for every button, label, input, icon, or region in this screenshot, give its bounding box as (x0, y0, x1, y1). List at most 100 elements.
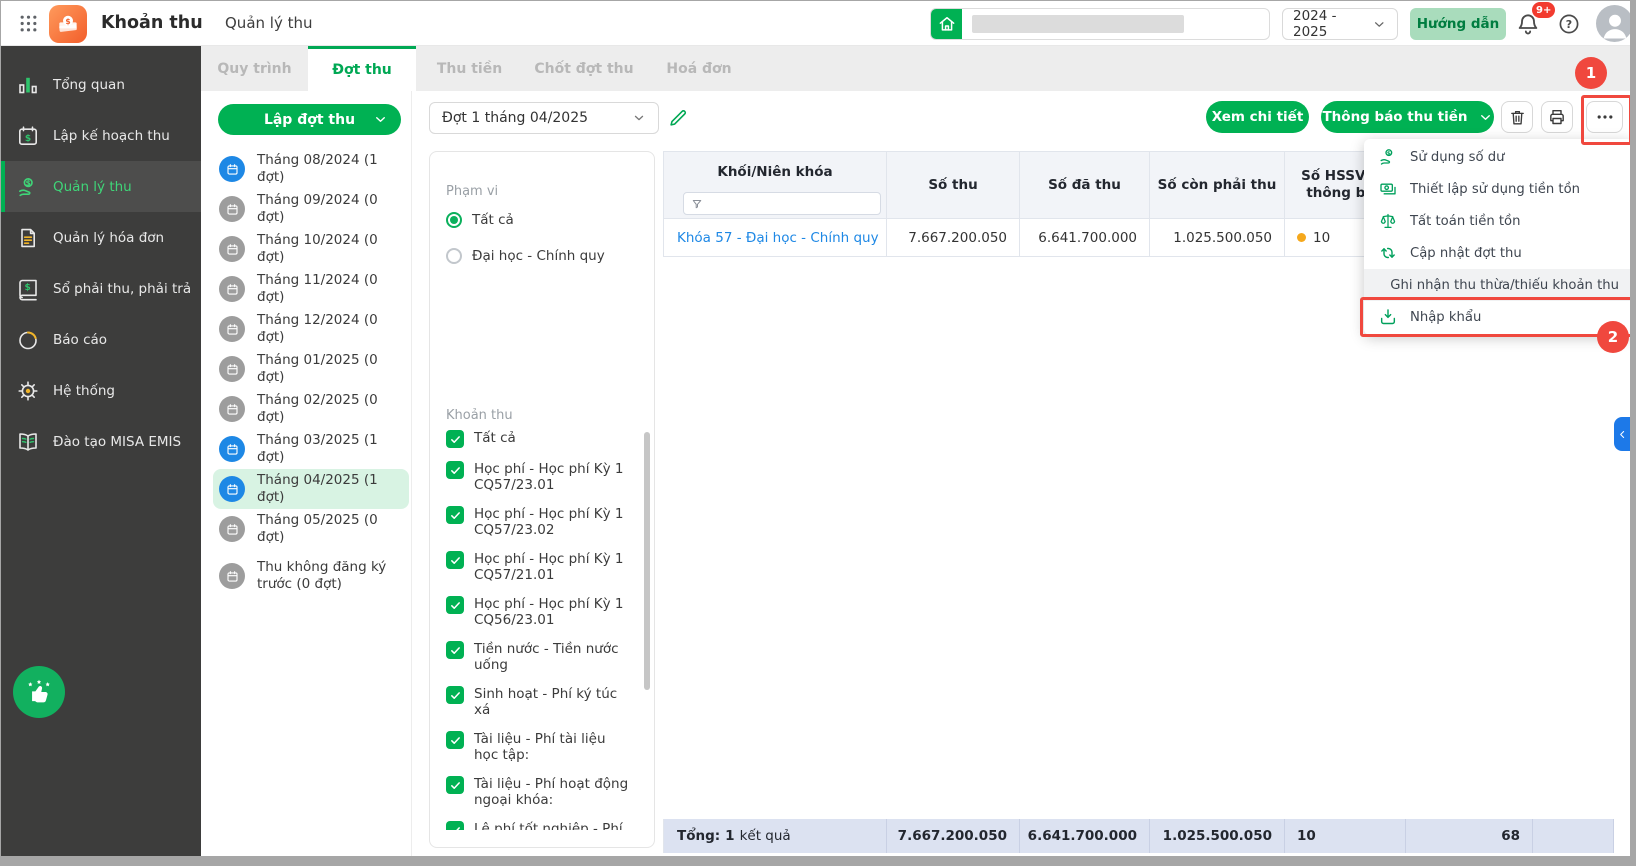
more-actions-button[interactable] (1586, 101, 1623, 133)
menu-item-cap-nhat-dot-thu[interactable]: Cập nhật đợt thu (1364, 237, 1630, 269)
view-detail-button[interactable]: Xem chi tiết (1206, 101, 1309, 133)
app-launcher-icon[interactable] (19, 14, 38, 33)
scope-label: Phạm vi (446, 184, 499, 199)
total-suffix: kết quả (739, 828, 791, 844)
checkbox-checked-icon (446, 461, 464, 479)
fee-checkbox[interactable]: Tài liệu - Phí tài liệu học tập: (446, 731, 634, 763)
month-item[interactable]: Thu không đăng ký trước (0 đợt) (213, 549, 409, 603)
sidebar-item-so-phai-thu[interactable]: Sổ phải thu, phải trả (1, 263, 201, 314)
annotation-step-1: 1 (1575, 57, 1607, 89)
calendar-icon (225, 362, 240, 377)
calendar-icon (225, 402, 240, 417)
month-item[interactable]: Tháng 08/2024 (1 đợt) (213, 149, 409, 189)
create-batch-button[interactable]: Lập đợt thu (218, 104, 401, 135)
notification-badge: 9+ (1532, 2, 1556, 18)
total-so-hssv: 10 (1285, 819, 1406, 853)
month-item[interactable]: Tháng 05/2025 (0 đợt) (213, 509, 409, 549)
sidebar-item-quan-ly-hoa-don[interactable]: Quản lý hóa đơn (1, 212, 201, 263)
panel-divider (411, 91, 412, 856)
app-logo[interactable] (49, 5, 87, 43)
calendar-icon (225, 522, 240, 537)
month-item[interactable]: Tháng 10/2024 (0 đợt) (213, 229, 409, 269)
month-item[interactable]: Tháng 11/2024 (0 đợt) (213, 269, 409, 309)
school-year-select[interactable]: 2024 - 2025 (1282, 8, 1398, 40)
sidebar-item-dao-tao[interactable]: Đào tạo MISA EMIS (1, 416, 201, 467)
sidebar-item-he-thong[interactable]: Hệ thống (1, 365, 201, 416)
tab-hoa-don[interactable]: Hoá đơn (645, 46, 753, 91)
cell-so-da-thu: 6.641.700.000 (1020, 219, 1150, 257)
orange-dot-icon (1297, 233, 1306, 242)
table-total-row: Tổng: 1 kết quả 7.667.200.050 6.641.700.… (663, 819, 1614, 853)
fee-checkbox[interactable]: Học phí - Học phí Kỳ 1 CQ57/21.01 (446, 551, 634, 583)
menu-item-nhap-khau[interactable]: Nhập khẩu (1364, 301, 1630, 333)
home-button[interactable] (931, 9, 962, 39)
checkbox-checked-icon (446, 641, 464, 659)
help-icon[interactable] (1557, 12, 1581, 36)
month-item[interactable]: Tháng 02/2025 (0 đợt) (213, 389, 409, 429)
menu-item-ghi-nhan-thu[interactable]: Ghi nhận thu thừa/thiếu khoản thu (1364, 269, 1630, 301)
month-item[interactable]: Tháng 09/2024 (0 đợt) (213, 189, 409, 229)
open-book-icon (16, 430, 40, 454)
feedback-button[interactable] (13, 666, 65, 718)
sidebar-item-tong-quan[interactable]: Tổng quan (1, 59, 201, 110)
fee-checkbox[interactable]: Học phí - Học phí Kỳ 1 CQ57/23.02 (446, 506, 634, 538)
fees-scrollbar[interactable] (644, 432, 650, 690)
calendar-dollar-icon (16, 124, 40, 148)
month-item[interactable]: Tháng 12/2024 (0 đợt) (213, 309, 409, 349)
coin-hand-icon (1378, 147, 1398, 167)
sidebar-item-lap-ke-hoach-thu[interactable]: Lập kế hoạch thu (1, 110, 201, 161)
checkbox-checked-icon (446, 506, 464, 524)
notify-collect-button[interactable]: Thông báo thu tiền (1321, 101, 1494, 133)
cash-icon (1378, 179, 1398, 199)
month-item-selected[interactable]: Tháng 04/2025 (1 đợt) (213, 469, 409, 509)
month-item[interactable]: Tháng 01/2025 (0 đợt) (213, 349, 409, 389)
fee-checkbox[interactable]: Tất cả (446, 430, 634, 448)
calendar-icon (225, 442, 240, 457)
calendar-icon (225, 569, 240, 584)
batch-select-value: Đợt 1 tháng 04/2025 (442, 110, 589, 126)
khoa-57-link[interactable]: Khóa 57 - Đại học - Chính quy (664, 230, 879, 246)
menu-item-su-dung-so-du[interactable]: Sử dụng số dư (1364, 141, 1630, 173)
column-header-so-con-phai-thu: Số còn phải thu (1150, 151, 1285, 219)
cell-so-thu: 7.667.200.050 (887, 219, 1020, 257)
menu-item-thiet-lap-tien-ton[interactable]: Thiết lập sử dụng tiền tồn (1364, 173, 1630, 205)
chevron-left-icon (1617, 429, 1628, 440)
annotation-step-2: 2 (1597, 321, 1629, 353)
tab-dot-thu[interactable]: Đợt thu (308, 46, 416, 91)
fee-checkbox[interactable]: Tiền nước - Tiền nước uống (446, 641, 634, 673)
right-panel-toggle[interactable] (1614, 417, 1630, 451)
repeat-icon (1378, 243, 1398, 263)
scope-radio-all[interactable]: Tất cả (446, 212, 514, 228)
total-so-thu: 7.667.200.050 (887, 819, 1020, 853)
guide-button[interactable]: Hướng dẫn (1410, 8, 1506, 40)
calendar-icon (225, 202, 240, 217)
avatar[interactable] (1596, 5, 1630, 42)
batch-select[interactable]: Đợt 1 tháng 04/2025 (429, 102, 659, 134)
checkbox-checked-icon (446, 551, 464, 569)
tab-thu-tien[interactable]: Thu tiền (416, 46, 523, 91)
menu-item-tat-toan-tien-ton[interactable]: Tất toán tiền tồn (1364, 205, 1630, 237)
tab-chot-dot-thu[interactable]: Chốt đợt thu (523, 46, 645, 91)
fee-checkbox[interactable]: Sinh hoạt - Phí ký túc xá (446, 686, 634, 718)
total-label: Tổng: (677, 828, 721, 844)
sidebar-item-bao-cao[interactable]: Báo cáo (1, 314, 201, 365)
print-button[interactable] (1541, 101, 1573, 133)
scope-radio-dai-hoc[interactable]: Đại học - Chính quy (446, 248, 605, 264)
column-filter-input[interactable] (683, 192, 881, 215)
school-search-input[interactable] (930, 8, 1270, 40)
month-item[interactable]: Tháng 03/2025 (1 đợt) (213, 429, 409, 469)
scale-icon (1378, 211, 1398, 231)
fee-checkbox[interactable]: Lệ phí tốt nghiệp - Phí xét (446, 821, 634, 830)
tab-bar: Quy trình Đợt thu Thu tiền Chốt đợt thu … (201, 46, 1630, 91)
fee-checkbox[interactable]: Học phí - Học phí Kỳ 1 CQ56/23.01 (446, 596, 634, 628)
gear-icon (16, 379, 40, 403)
fee-checkbox[interactable]: Tài liệu - Phí hoạt động ngoại khóa: (446, 776, 634, 808)
tab-quy-trinh[interactable]: Quy trình (201, 46, 308, 91)
calendar-icon (225, 282, 240, 297)
edit-batch-icon[interactable] (667, 107, 689, 129)
fee-checkbox[interactable]: Học phí - Học phí Kỳ 1 CQ57/23.01 (446, 461, 634, 493)
delete-button[interactable] (1501, 101, 1533, 133)
total-col6: 68 (1406, 819, 1533, 853)
sidebar-item-quan-ly-thu[interactable]: Quản lý thu (1, 161, 201, 212)
hand-coin-icon (16, 175, 40, 199)
